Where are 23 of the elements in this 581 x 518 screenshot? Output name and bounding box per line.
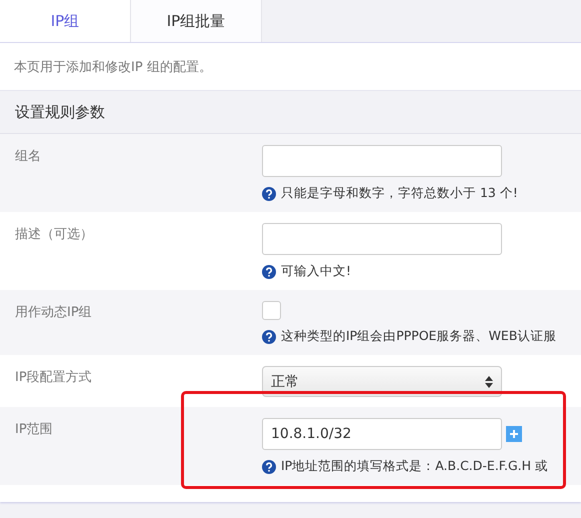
updown-icon [485, 376, 493, 388]
tab[interactable]: IP组 [0, 0, 131, 42]
hint-text: 这种类型的IP组会由PPPOE服务器、WEB认证服 [281, 328, 556, 345]
help-icon [262, 330, 276, 344]
hint-text: IP地址范围的填写格式是：A.B.C.D-E.F.G.H 或 [281, 458, 548, 475]
section-title: 设置规则参数 [0, 91, 581, 134]
field-label: 用作动态IP组 [14, 304, 93, 322]
help-icon [262, 460, 276, 474]
text-field[interactable] [262, 145, 502, 177]
add-icon[interactable] [506, 426, 522, 442]
hint-text: 可输入中文! [281, 263, 352, 280]
select-field[interactable]: 正常 [262, 366, 502, 397]
field-label: 描述（可选） [14, 226, 94, 244]
help-icon [262, 186, 276, 200]
field-label: IP段配置方式 [14, 369, 93, 387]
tab[interactable]: IP组批量 [131, 0, 262, 42]
text-field[interactable]: 10.8.1.0/32 [262, 418, 502, 450]
text-field[interactable] [262, 223, 502, 255]
help-icon [262, 264, 276, 278]
hint-text: 只能是字母和数字，字符总数小于 13 个! [281, 185, 518, 202]
checkbox[interactable] [262, 301, 281, 320]
field-label: 组名 [14, 148, 42, 166]
field-label: IP范围 [14, 421, 54, 439]
